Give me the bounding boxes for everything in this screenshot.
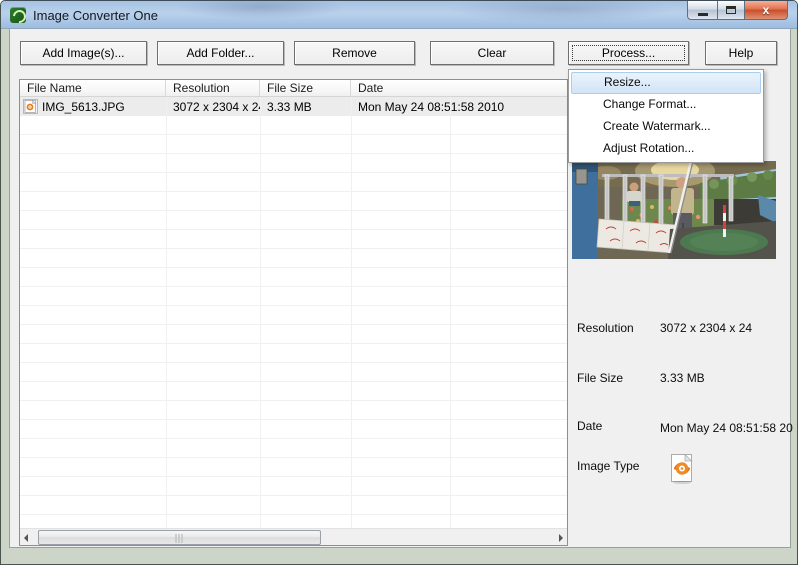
horizontal-scrollbar[interactable] <box>20 528 567 545</box>
column-gridline <box>260 97 261 528</box>
help-button[interactable]: Help <box>705 41 777 65</box>
column-gridline <box>351 97 352 528</box>
process-button-label: Process... <box>601 46 656 60</box>
column-gridline <box>450 97 451 528</box>
clear-button[interactable]: Clear <box>430 41 554 65</box>
minimize-button[interactable] <box>687 1 717 20</box>
menu-item-change-format[interactable]: Change Format... <box>571 94 761 116</box>
close-icon: x <box>762 3 770 17</box>
cell-file-size: 3.33 MB <box>267 99 312 114</box>
process-button[interactable]: Process... <box>568 41 689 65</box>
jpeg-file-icon <box>23 99 38 114</box>
scrollbar-track[interactable] <box>37 529 550 545</box>
date-value: Mon May 24 08:51:58 20 <box>660 421 793 435</box>
maximize-icon <box>726 6 736 14</box>
column-header-date[interactable]: Date <box>351 80 567 96</box>
app-logo-icon <box>10 7 26 23</box>
close-button[interactable]: x <box>745 1 788 20</box>
scroll-left-icon <box>24 534 28 542</box>
add-images-button[interactable]: Add Image(s)... <box>20 41 147 65</box>
preview-photo <box>572 161 776 259</box>
table-row[interactable]: IMG_5613.JPG 3072 x 2304 x 24 3.33 MB Mo… <box>20 97 567 116</box>
client-area: Add Image(s)... Add Folder... Remove Cle… <box>9 29 793 548</box>
cell-resolution: 3072 x 2304 x 24 <box>173 99 260 114</box>
resolution-value: 3072 x 2304 x 24 <box>660 321 753 335</box>
column-header-resolution[interactable]: Resolution <box>166 80 260 96</box>
empty-row-gridlines <box>20 116 567 528</box>
file-size-label: File Size <box>577 371 624 385</box>
process-dropdown-menu: Resize... Change Format... Create Waterm… <box>568 69 764 163</box>
resolution-label: Resolution <box>577 321 634 335</box>
image-type-jpeg-icon <box>669 453 695 485</box>
add-folder-button[interactable]: Add Folder... <box>157 41 284 65</box>
file-list-header: File Name Resolution File Size Date <box>20 80 567 97</box>
minimize-icon <box>697 12 708 16</box>
column-header-file-name[interactable]: File Name <box>20 80 166 96</box>
menu-item-create-watermark[interactable]: Create Watermark... <box>571 116 761 138</box>
image-preview <box>572 161 776 259</box>
column-header-file-size[interactable]: File Size <box>260 80 351 96</box>
menu-item-adjust-rotation[interactable]: Adjust Rotation... <box>571 138 761 160</box>
remove-button[interactable]: Remove <box>294 41 415 65</box>
scroll-right-button[interactable] <box>550 529 567 546</box>
scrollbar-grip-icon <box>175 534 184 543</box>
image-type-label: Image Type <box>577 459 640 473</box>
scroll-right-icon <box>559 534 563 542</box>
date-label: Date <box>577 419 603 433</box>
cell-date: Mon May 24 08:51:58 2010 <box>358 99 505 114</box>
window-title: Image Converter One <box>33 8 159 23</box>
app-window: Image Converter One x Add Image(s)... Ad… <box>0 0 798 565</box>
scroll-left-button[interactable] <box>20 529 37 546</box>
file-size-value: 3.33 MB <box>660 371 705 385</box>
scrollbar-thumb[interactable] <box>38 530 321 545</box>
titlebar: Image Converter One x <box>1 1 797 29</box>
maximize-button[interactable] <box>717 1 745 20</box>
file-list: File Name Resolution File Size Date IMG_… <box>19 79 568 546</box>
column-gridline <box>166 97 167 528</box>
menu-item-resize[interactable]: Resize... <box>571 72 761 94</box>
window-controls: x <box>687 1 788 20</box>
cell-file-name: IMG_5613.JPG <box>42 99 125 114</box>
